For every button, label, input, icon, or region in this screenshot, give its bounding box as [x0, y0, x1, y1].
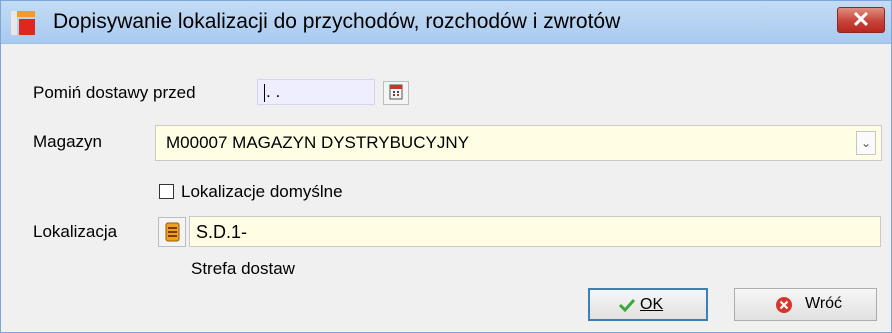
back-button[interactable]: Wróć: [734, 288, 877, 321]
text-caret: [264, 84, 265, 102]
back-label: Wróć: [805, 295, 843, 312]
default-locations-label[interactable]: Lokalizacje domyślne: [181, 182, 343, 202]
warehouse-select[interactable]: M00007 MAGAZYN DYSTRYBUCYJNY ⌄: [155, 125, 882, 161]
checkmark-icon: [618, 298, 636, 312]
location-description: Strefa dostaw: [191, 259, 295, 278]
calendar-button[interactable]: [383, 81, 409, 105]
window-title: Dopisywanie lokalizacji do przychodów, r…: [53, 10, 621, 33]
ok-label: OK: [640, 296, 664, 313]
ok-button[interactable]: OK: [588, 288, 708, 321]
location-value: S.D.1-: [196, 222, 248, 242]
cancel-icon: [776, 297, 792, 313]
title-bar[interactable]: Dopisywanie lokalizacji do przychodów, r…: [1, 1, 891, 44]
location-label: Lokalizacja: [33, 222, 118, 241]
warehouse-label: Magazyn: [33, 132, 102, 151]
app-icon: [11, 11, 35, 35]
skip-deliveries-date-input[interactable]: . .: [257, 79, 375, 105]
close-button[interactable]: ✕: [837, 7, 885, 33]
chevron-down-icon[interactable]: ⌄: [856, 131, 876, 155]
warehouse-value: M00007 MAGAZYN DYSTRYBUCYJNY: [166, 133, 469, 152]
location-input[interactable]: S.D.1-: [189, 216, 881, 247]
skip-deliveries-label: Pomiń dostawy przed: [33, 83, 196, 102]
default-locations-checkbox[interactable]: [159, 184, 174, 199]
location-picker-icon: [165, 222, 180, 242]
location-picker-button[interactable]: [158, 217, 186, 247]
date-value: . .: [266, 82, 281, 101]
calendar-icon: [389, 84, 403, 100]
dialog-window: Dopisywanie lokalizacji do przychodów, r…: [0, 0, 892, 333]
